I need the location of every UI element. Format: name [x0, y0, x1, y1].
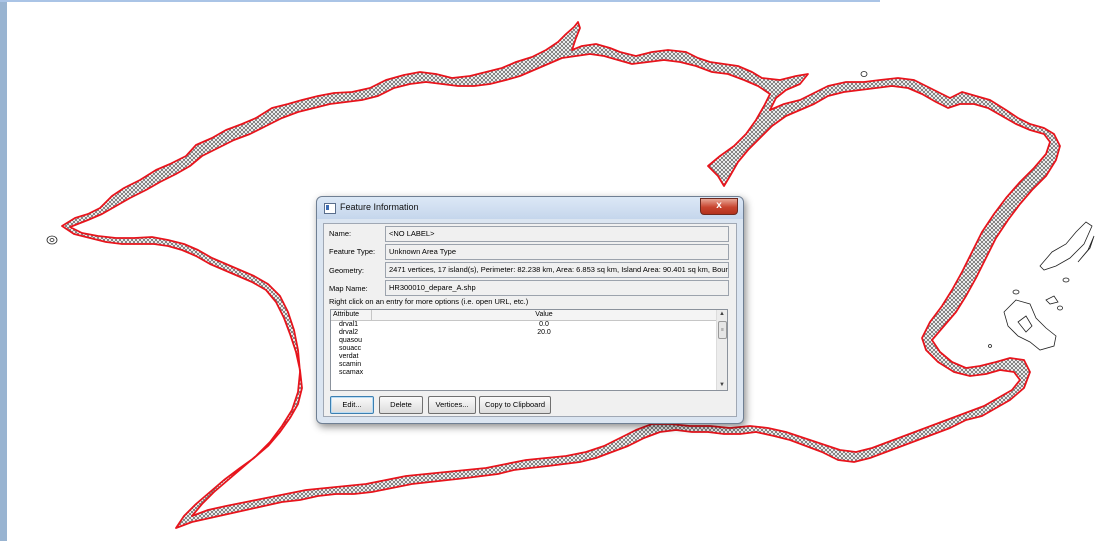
attribute-cell: drval1 [339, 321, 359, 328]
grid-scrollbar[interactable]: ▲ ≡ ▼ [716, 310, 727, 390]
attribute-cell: scamin [339, 361, 362, 368]
attribute-cell: quasou [339, 337, 362, 344]
attribute-cell: souacc [339, 345, 362, 352]
window-icon [324, 203, 336, 214]
map-name-label: Map Name: [329, 284, 368, 293]
scroll-up-icon[interactable]: ▲ [717, 310, 727, 319]
column-header-attribute[interactable]: Attribute [333, 311, 359, 318]
copy-to-clipboard-button[interactable]: Copy to Clipboard [479, 396, 551, 414]
edit-button[interactable]: Edit... [330, 396, 374, 414]
geometry-field[interactable]: 2471 vertices, 17 island(s), Perimeter: … [385, 262, 729, 278]
delete-button[interactable]: Delete [379, 396, 423, 414]
geometry-label: Geometry: [329, 266, 365, 275]
dialog-client-area: Name: <NO LABEL> Feature Type: Unknown A… [323, 223, 737, 417]
dialog-titlebar[interactable]: Feature Information x [317, 197, 743, 219]
table-row[interactable]: souacc [331, 345, 717, 353]
name-field[interactable]: <NO LABEL> [385, 226, 729, 242]
feature-type-field[interactable]: Unknown Area Type [385, 244, 729, 260]
vertices-button[interactable]: Vertices... [428, 396, 476, 414]
feature-type-label: Feature Type: [329, 247, 376, 256]
attribute-cell: scamax [339, 369, 364, 376]
table-row[interactable]: drval1 0.0 [331, 321, 717, 329]
feature-information-dialog[interactable]: Feature Information x Name: <NO LABEL> F… [316, 196, 744, 424]
scroll-down-icon[interactable]: ▼ [717, 381, 727, 390]
value-cell: 20.0 [537, 329, 551, 336]
value-cell: 0.0 [539, 321, 549, 328]
grid-header: Attribute Value [331, 310, 717, 321]
table-row[interactable]: scamin [331, 361, 717, 369]
map-name-field[interactable]: HR300010_depare_A.shp [385, 280, 729, 296]
attribute-cell: verdat [339, 353, 359, 360]
name-label: Name: [329, 229, 352, 238]
close-button[interactable]: x [700, 198, 738, 215]
grid-hint-text: Right click on an entry for more options… [329, 297, 529, 306]
close-icon: x [716, 200, 722, 211]
table-row[interactable]: quasou [331, 337, 717, 345]
attribute-cell: drval2 [339, 329, 359, 336]
table-row[interactable]: verdat [331, 353, 717, 361]
scroll-thumb[interactable]: ≡ [718, 321, 727, 339]
table-row[interactable]: scamax [331, 369, 717, 377]
table-row[interactable]: drval2 20.0 [331, 329, 717, 337]
attribute-grid[interactable]: Attribute Value drval1 0.0 drval2 20.0 q… [330, 309, 728, 391]
column-header-value[interactable]: Value [371, 311, 717, 318]
dialog-title: Feature Information [340, 202, 419, 212]
